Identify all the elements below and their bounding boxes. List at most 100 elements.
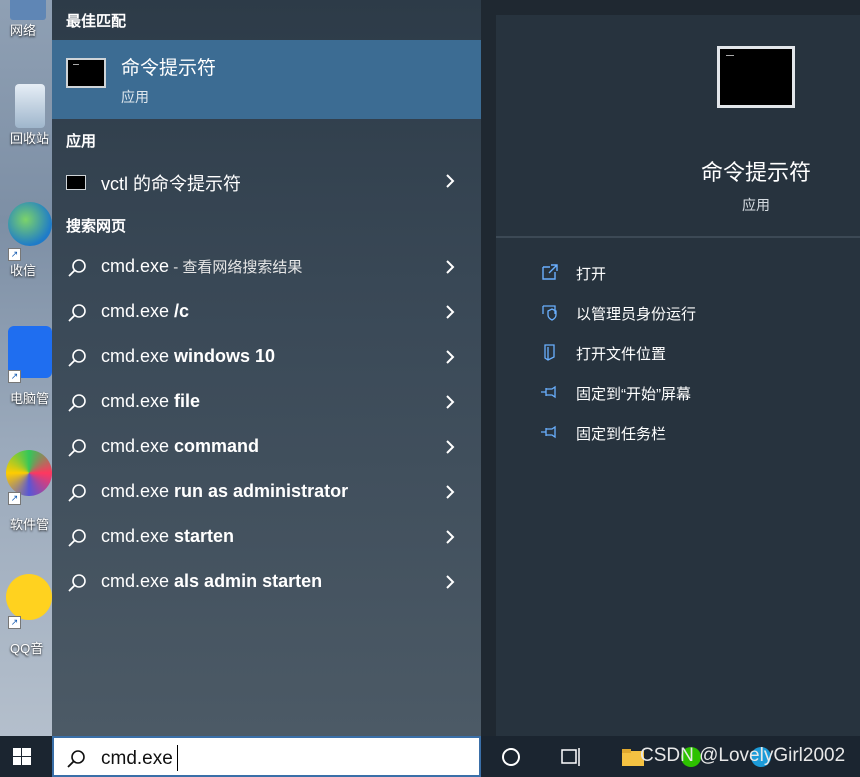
action-label: 固定到“开始”屏幕: [576, 386, 691, 403]
text-caret: [177, 745, 178, 771]
desktop-icon-recycle-bin[interactable]: 回收站: [0, 84, 52, 147]
search-input[interactable]: cmd.exe: [52, 736, 481, 777]
web-result-suggestion: command: [174, 436, 260, 456]
web-result-item[interactable]: cmd.exe /c: [52, 290, 481, 335]
web-result-item[interactable]: cmd.exe run as administrator: [52, 470, 481, 515]
web-result-item[interactable]: cmd.exe als admin starten: [52, 560, 481, 605]
desktop-icon-software-manager[interactable]: ↗ 软件管: [0, 450, 52, 533]
web-result-item[interactable]: cmd.exe starten: [52, 515, 481, 560]
desktop-icon-label: 回收站: [10, 131, 50, 146]
web-result-label: cmd.exe als admin starten: [101, 571, 322, 592]
best-match-header: 最佳匹配: [66, 13, 127, 30]
web-result-label: cmd.exe command: [101, 436, 259, 457]
preview-subtitle: 应用: [742, 197, 770, 213]
action-run-as-admin[interactable]: 以管理员身份运行: [540, 300, 840, 324]
action-label: 固定到任务栏: [576, 426, 667, 443]
chevron-right-icon[interactable]: [440, 257, 460, 277]
web-result-query: cmd.exe: [101, 481, 175, 501]
shortcut-arrow-icon: ↗: [8, 492, 21, 505]
chevron-right-icon[interactable]: [440, 302, 460, 322]
actions-list: 打开 以管理员身份运行 打开文件位置 固定到“开始”屏幕 固定到任务栏: [496, 238, 860, 736]
chevron-right-icon[interactable]: [440, 392, 460, 412]
chevron-right-icon[interactable]: [440, 171, 460, 191]
web-result-item[interactable]: cmd.exe file: [52, 380, 481, 425]
web-result-item[interactable]: cmd.exe windows 10: [52, 335, 481, 380]
search-icon: [68, 394, 86, 412]
desktop-icon-pc-manager[interactable]: ↗ 电脑管: [0, 326, 52, 407]
action-pin-to-taskbar[interactable]: 固定到任务栏: [540, 420, 840, 444]
apps-header: 应用: [66, 133, 97, 150]
search-icon: [68, 349, 86, 367]
watermark: CSDN @LovelyGirl2002: [640, 745, 846, 766]
web-search-header: 搜索网页: [66, 218, 127, 235]
chevron-right-icon[interactable]: [440, 527, 460, 547]
web-result-query: cmd.exe: [101, 391, 175, 411]
chevron-right-icon[interactable]: [440, 572, 460, 592]
action-open-file-location[interactable]: 打开文件位置: [540, 340, 840, 364]
desktop-icon-browser[interactable]: ↗ 收信: [0, 202, 52, 279]
web-result-query: cmd.exe: [101, 526, 175, 546]
action-open[interactable]: 打开: [540, 260, 840, 284]
cmd-app-icon: [717, 46, 795, 108]
preview-header: 命令提示符 应用: [496, 15, 860, 236]
web-result-label: cmd.exe starten: [101, 526, 234, 547]
task-view-icon[interactable]: [558, 744, 584, 770]
web-result-item[interactable]: cmd.exe command: [52, 425, 481, 470]
action-label: 打开: [576, 266, 607, 283]
search-icon: [67, 750, 85, 768]
desktop: 网络 回收站 ↗ 收信 ↗ 电脑管 ↗ 软件管 ↗ QQ音: [0, 0, 52, 736]
music-icon: [6, 574, 52, 620]
web-result-query: cmd.exe: [101, 436, 175, 456]
file-location-icon: [544, 344, 555, 361]
chevron-right-icon[interactable]: [440, 347, 460, 367]
windows-start-icon[interactable]: [0, 736, 52, 777]
web-result-suggestion: /c: [174, 301, 190, 321]
action-label: 以管理员身份运行: [576, 306, 697, 323]
shortcut-arrow-icon: ↗: [8, 370, 21, 383]
desktop-icon-qq-music[interactable]: ↗ QQ音: [0, 574, 52, 657]
action-pin-to-start[interactable]: 固定到“开始”屏幕: [540, 380, 840, 404]
app-result-label: vctl 的命令提示符: [101, 174, 242, 194]
web-result-label: cmd.exe - 查看网络搜索结果: [101, 256, 302, 277]
web-result-suggestion: file: [174, 391, 201, 411]
search-icon: [68, 574, 86, 592]
network-icon: [10, 0, 46, 20]
search-icon: [68, 439, 86, 457]
shield-icon: [542, 305, 557, 321]
open-icon: [542, 264, 558, 280]
search-icon: [68, 529, 86, 547]
chevron-right-icon[interactable]: [440, 437, 460, 457]
software-manager-icon: [6, 450, 52, 496]
chevron-right-icon[interactable]: [440, 482, 460, 502]
cortana-icon[interactable]: [498, 744, 524, 770]
desktop-icon-network[interactable]: 网络: [0, 0, 52, 39]
preview-title: 命令提示符: [700, 160, 811, 185]
search-results-panel: 最佳匹配 命令提示符 应用 应用 vctl 的命令提示符 搜索网页 cmd.ex…: [52, 0, 481, 736]
web-result-query: cmd.exe: [101, 301, 175, 321]
cmd-app-icon: [66, 175, 86, 190]
web-result-item[interactable]: cmd.exe - 查看网络搜索结果: [52, 245, 481, 290]
search-icon: [68, 304, 86, 322]
pin-icon: [541, 425, 556, 439]
web-result-label: cmd.exe run as administrator: [101, 481, 348, 502]
cmd-app-icon: [66, 58, 106, 88]
web-result-suggestion: windows 10: [174, 346, 276, 366]
best-match-item[interactable]: 命令提示符 应用: [52, 40, 481, 119]
shortcut-arrow-icon: ↗: [8, 248, 21, 261]
web-result-query: cmd.exe: [101, 571, 175, 591]
desktop-icon-label: 网络: [10, 23, 37, 38]
best-match-title: 命令提示符: [121, 58, 217, 79]
app-result-item[interactable]: vctl 的命令提示符: [52, 159, 481, 204]
search-icon: [68, 259, 86, 277]
desktop-icon-label: 软件管: [10, 517, 50, 532]
web-result-label: cmd.exe file: [101, 391, 200, 412]
recycle-bin-icon: [15, 84, 45, 128]
web-result-label: cmd.exe windows 10: [101, 346, 275, 367]
globe-icon: [8, 202, 52, 246]
action-label: 打开文件位置: [576, 346, 667, 363]
search-icon: [68, 484, 86, 502]
desktop-icon-label: 收信: [10, 263, 37, 278]
desktop-icon-label: 电脑管: [10, 391, 50, 406]
web-result-suggestion: als admin starten: [174, 571, 323, 591]
web-result-note: - 查看网络搜索结果: [169, 259, 303, 276]
